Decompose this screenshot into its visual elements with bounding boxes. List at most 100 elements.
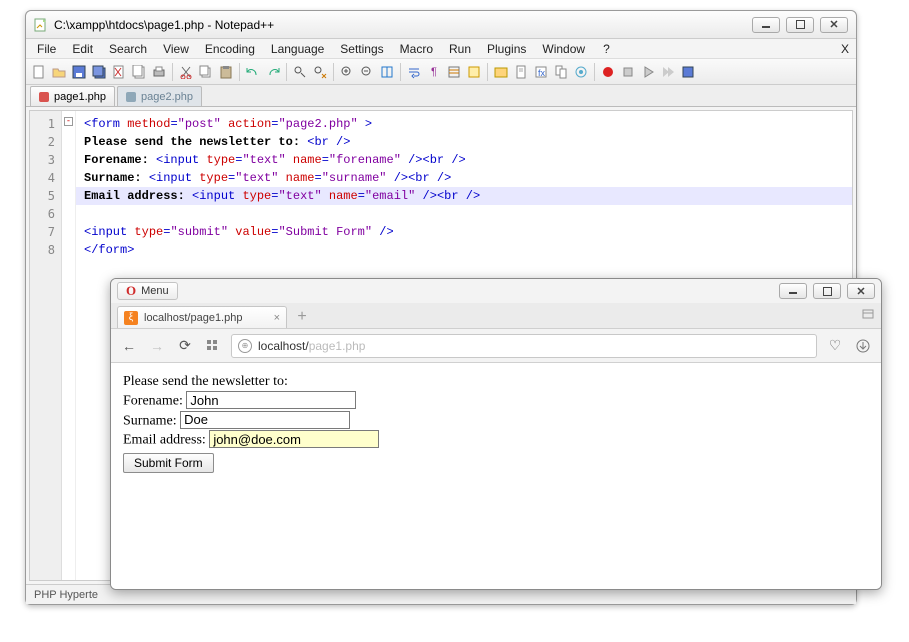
print-icon[interactable] bbox=[150, 63, 168, 81]
fold-toggle-icon[interactable]: - bbox=[64, 117, 73, 126]
code-line: <input type="submit" value="Submit Form"… bbox=[84, 225, 394, 239]
line-number: 4 bbox=[30, 169, 55, 187]
open-file-icon[interactable] bbox=[50, 63, 68, 81]
email-input[interactable] bbox=[209, 430, 379, 448]
npp-menubar: File Edit Search View Encoding Language … bbox=[26, 39, 856, 59]
macro-stop-icon[interactable] bbox=[619, 63, 637, 81]
opera-close-button[interactable]: ✕ bbox=[847, 283, 875, 299]
site-info-icon[interactable]: ⊕ bbox=[238, 339, 252, 353]
copy-icon[interactable] bbox=[197, 63, 215, 81]
indent-guide-icon[interactable] bbox=[445, 63, 463, 81]
opera-minimize-button[interactable] bbox=[779, 283, 807, 299]
paste-icon[interactable] bbox=[217, 63, 235, 81]
url-text[interactable]: localhost/page1.php bbox=[258, 339, 365, 353]
menu-file[interactable]: File bbox=[30, 41, 63, 57]
file-tab-page1[interactable]: page1.php bbox=[30, 86, 115, 106]
line-number: 5 bbox=[30, 187, 55, 205]
svg-text:fx: fx bbox=[538, 68, 546, 78]
redo-icon[interactable] bbox=[264, 63, 282, 81]
menu-encoding[interactable]: Encoding bbox=[198, 41, 262, 57]
opera-tabstrip: ξ localhost/page1.php × + bbox=[111, 303, 881, 329]
npp-app-icon bbox=[34, 18, 48, 32]
line-number: 1 bbox=[30, 115, 55, 133]
back-button[interactable]: ← bbox=[119, 336, 139, 356]
macro-record-icon[interactable] bbox=[599, 63, 617, 81]
new-tab-button[interactable]: + bbox=[291, 308, 313, 326]
file-tab-label: page2.php bbox=[141, 91, 193, 103]
opera-window: O Menu ✕ ξ localhost/page1.php × + ← bbox=[110, 278, 882, 590]
zoom-in-icon[interactable] bbox=[338, 63, 356, 81]
opera-menu-button[interactable]: O Menu bbox=[117, 282, 178, 300]
npp-file-tabs: page1.php page2.php bbox=[26, 85, 856, 107]
npp-maximize-button[interactable] bbox=[786, 17, 814, 33]
opera-titlebar[interactable]: O Menu ✕ bbox=[111, 279, 881, 303]
menu-language[interactable]: Language bbox=[264, 41, 331, 57]
close-all-icon[interactable] bbox=[130, 63, 148, 81]
monitor-icon[interactable] bbox=[572, 63, 590, 81]
line-number: 7 bbox=[30, 223, 55, 241]
npp-menubar-close-icon[interactable]: X bbox=[834, 41, 852, 57]
panel-toggle-icon[interactable] bbox=[861, 307, 875, 324]
line-number: 3 bbox=[30, 151, 55, 169]
code-line: <form method="post" action="page2.php" > bbox=[84, 117, 372, 131]
tab-saved-icon bbox=[126, 92, 136, 102]
forename-input[interactable] bbox=[186, 391, 356, 409]
reload-button[interactable]: ⟳ bbox=[175, 336, 195, 356]
code-line: Forename: <input type="text" name="foren… bbox=[84, 153, 466, 167]
code-line: </form> bbox=[84, 243, 134, 257]
menu-view[interactable]: View bbox=[156, 41, 196, 57]
fold-column: - bbox=[62, 111, 76, 580]
url-bar[interactable]: ⊕ localhost/page1.php bbox=[231, 334, 817, 358]
browser-tab-label: localhost/page1.php bbox=[144, 312, 242, 324]
menu-search[interactable]: Search bbox=[102, 41, 154, 57]
folder-view-icon[interactable] bbox=[492, 63, 510, 81]
new-file-icon[interactable] bbox=[30, 63, 48, 81]
menu-edit[interactable]: Edit bbox=[65, 41, 100, 57]
form-heading: Please send the newsletter to: bbox=[123, 374, 869, 390]
cut-icon[interactable] bbox=[177, 63, 195, 81]
downloads-icon[interactable] bbox=[853, 336, 873, 356]
speed-dial-button[interactable] bbox=[203, 336, 223, 356]
all-chars-icon[interactable]: ¶ bbox=[425, 63, 443, 81]
npp-minimize-button[interactable] bbox=[752, 17, 780, 33]
func-list-icon[interactable]: fx bbox=[532, 63, 550, 81]
npp-close-button[interactable]: ✕ bbox=[820, 17, 848, 33]
bookmark-heart-icon[interactable]: ♡ bbox=[825, 336, 845, 356]
menu-window[interactable]: Window bbox=[535, 41, 592, 57]
doc-map-icon[interactable] bbox=[512, 63, 530, 81]
undo-icon[interactable] bbox=[244, 63, 262, 81]
line-number: 6 bbox=[30, 205, 55, 223]
tab-dirty-icon bbox=[39, 92, 49, 102]
file-tab-page2[interactable]: page2.php bbox=[117, 86, 202, 106]
menu-run[interactable]: Run bbox=[442, 41, 478, 57]
lang-icon[interactable] bbox=[465, 63, 483, 81]
surname-input[interactable] bbox=[180, 411, 350, 429]
menu-help[interactable]: ? bbox=[596, 41, 617, 57]
npp-toolbar: ¶ fx bbox=[26, 59, 856, 85]
forward-button[interactable]: → bbox=[147, 336, 167, 356]
macro-play-multi-icon[interactable] bbox=[659, 63, 677, 81]
replace-icon[interactable] bbox=[311, 63, 329, 81]
submit-form-button[interactable]: Submit Form bbox=[123, 453, 214, 473]
macro-save-icon[interactable] bbox=[679, 63, 697, 81]
close-file-icon[interactable] bbox=[110, 63, 128, 81]
surname-label: Surname: bbox=[123, 413, 177, 428]
opera-toolbar: ← → ⟳ ⊕ localhost/page1.php ♡ bbox=[111, 329, 881, 363]
save-icon[interactable] bbox=[70, 63, 88, 81]
line-number: 2 bbox=[30, 133, 55, 151]
browser-tab[interactable]: ξ localhost/page1.php × bbox=[117, 306, 287, 328]
menu-plugins[interactable]: Plugins bbox=[480, 41, 533, 57]
doc-switch-icon[interactable] bbox=[552, 63, 570, 81]
opera-maximize-button[interactable] bbox=[813, 283, 841, 299]
macro-play-icon[interactable] bbox=[639, 63, 657, 81]
wordwrap-icon[interactable] bbox=[405, 63, 423, 81]
npp-titlebar[interactable]: C:\xampp\htdocs\page1.php - Notepad++ ✕ bbox=[26, 11, 856, 39]
menu-settings[interactable]: Settings bbox=[333, 41, 390, 57]
menu-macro[interactable]: Macro bbox=[393, 41, 440, 57]
find-icon[interactable] bbox=[291, 63, 309, 81]
forename-label: Forename: bbox=[123, 394, 183, 409]
tab-close-icon[interactable]: × bbox=[274, 312, 280, 324]
zoom-out-icon[interactable] bbox=[358, 63, 376, 81]
save-all-icon[interactable] bbox=[90, 63, 108, 81]
sync-v-icon[interactable] bbox=[378, 63, 396, 81]
